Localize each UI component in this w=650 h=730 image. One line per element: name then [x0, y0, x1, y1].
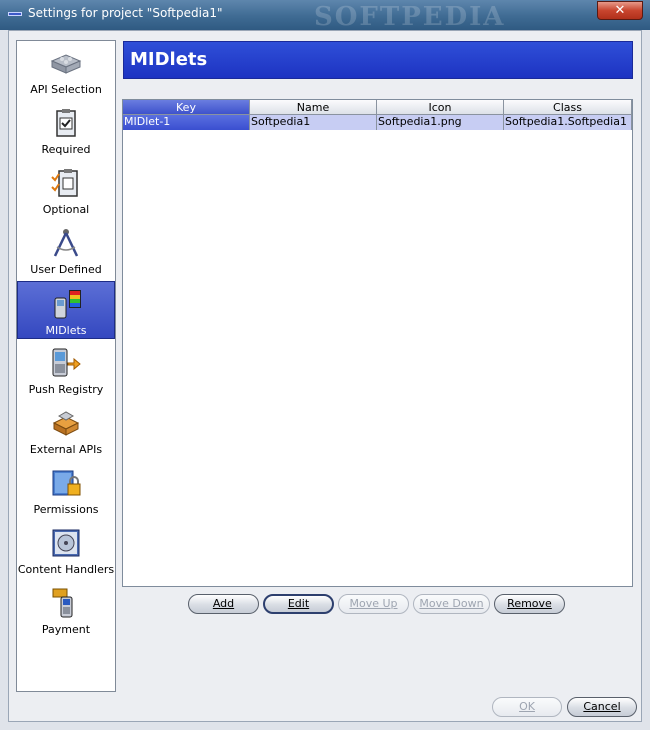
disc-box-icon [52, 529, 80, 557]
settings-window: Settings for project "Softpedia1" SOFTPE… [0, 0, 650, 730]
clipboard-check-icon [56, 109, 76, 137]
app-icon [8, 12, 22, 16]
sidebar-item-label: External APIs [29, 443, 103, 456]
column-header-icon[interactable]: Icon [377, 100, 504, 115]
sidebar-item-payment[interactable]: Payment [17, 581, 115, 639]
sidebar-item-permissions[interactable]: Permissions [17, 461, 115, 519]
sidebar-item-label: Push Registry [28, 383, 104, 396]
sidebar-item-label: Required [41, 143, 91, 156]
sidebar-item-required[interactable]: Required [17, 101, 115, 159]
page-title: MIDlets [130, 49, 208, 70]
phone-plug-icon [52, 348, 81, 377]
sidebar-item-label: MIDlets [45, 324, 87, 337]
midlets-table[interactable]: Key Name Icon Class MIDlet-1 Softpedia1 … [122, 99, 633, 587]
lock-folder-icon [52, 470, 81, 496]
sidebar-item-label: API Selection [30, 83, 102, 96]
table-cell-class[interactable]: Softpedia1.Softpedia1 [504, 115, 632, 130]
sidebar-item-label: Content Handlers [17, 563, 115, 576]
remove-button[interactable]: Remove [494, 594, 565, 614]
sidebar: API Selection Required Optional User Def… [16, 40, 116, 692]
sidebar-item-external-apis[interactable]: External APIs [17, 401, 115, 459]
table-cell-key[interactable]: MIDlet-1 [123, 115, 250, 130]
close-button[interactable]: ✕ [597, 1, 643, 20]
table-cell-name[interactable]: Softpedia1 [250, 115, 377, 130]
sidebar-item-label: Payment [41, 623, 91, 636]
add-button[interactable]: Add [188, 594, 259, 614]
sidebar-item-push-registry[interactable]: Push Registry [17, 341, 115, 399]
sidebar-item-content-handlers[interactable]: Content Handlers [17, 521, 115, 579]
title-bar[interactable]: Settings for project "Softpedia1" SOFTPE… [0, 0, 650, 32]
table-row[interactable]: MIDlet-1 Softpedia1 Softpedia1.png Softp… [123, 115, 632, 130]
phone-midlets-icon [54, 290, 81, 319]
ok-button[interactable]: OK [492, 697, 562, 717]
sidebar-item-optional[interactable]: Optional [17, 161, 115, 219]
sidebar-item-api-selection[interactable]: API Selection [17, 41, 115, 99]
sidebar-item-label: User Defined [30, 263, 102, 276]
window-title: Settings for project "Softpedia1" [28, 6, 223, 20]
column-header-name[interactable]: Name [250, 100, 377, 115]
table-header: Key Name Icon Class [123, 100, 632, 115]
table-cell-icon[interactable]: Softpedia1.png [377, 115, 504, 130]
column-header-key[interactable]: Key [123, 100, 250, 115]
sidebar-item-label: Optional [42, 203, 90, 216]
phone-payment-icon [52, 588, 73, 618]
compass-icon [53, 229, 79, 257]
api-bricks-icon [50, 54, 82, 74]
sidebar-item-label: Permissions [33, 503, 99, 516]
section-header: MIDlets [123, 41, 633, 79]
move-up-button[interactable]: Move Up [338, 594, 409, 614]
bricks-icon [52, 411, 80, 436]
watermark: SOFTPEDIA [314, 2, 506, 32]
sidebar-item-user-defined[interactable]: User Defined [17, 221, 115, 279]
move-down-button[interactable]: Move Down [413, 594, 490, 614]
cancel-button[interactable]: Cancel [567, 697, 637, 717]
column-header-class[interactable]: Class [504, 100, 632, 115]
edit-button[interactable]: Edit [263, 594, 334, 614]
sidebar-item-midlets[interactable]: MIDlets [17, 281, 115, 339]
checklist-icon [51, 169, 78, 197]
